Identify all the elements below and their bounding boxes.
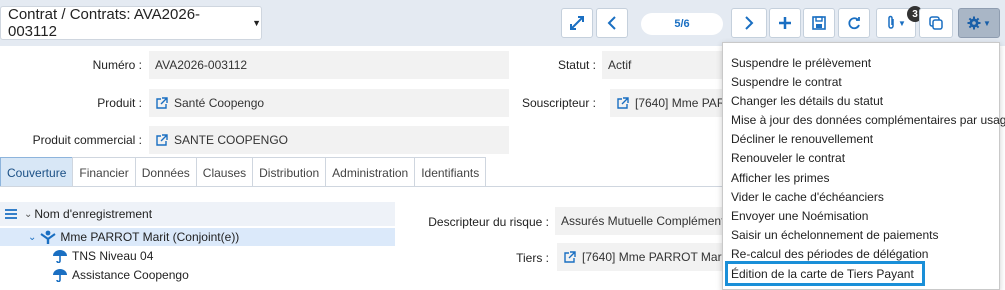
actions-menu: Suspendre le prélèvement Suspendre le co… bbox=[722, 42, 1005, 290]
statut-label: Statut : bbox=[557, 58, 596, 72]
produit-field[interactable]: Santé Coopengo bbox=[149, 89, 509, 117]
souscripteur-label: Souscripteur : bbox=[521, 96, 596, 110]
gear-icon bbox=[967, 16, 981, 30]
tree-row-label: Mme PARROT Marit (Conjoint(e)) bbox=[60, 230, 240, 244]
tab-distribution[interactable]: Distribution bbox=[252, 157, 327, 187]
record-title-dropdown[interactable]: Contrat / Contrats: AVA2026-003112 ▼ bbox=[0, 6, 262, 40]
next-record-button[interactable] bbox=[731, 8, 767, 38]
produit-value: Santé Coopengo bbox=[174, 96, 265, 110]
menu-item-noemisation[interactable]: Envoyer une Noémisation bbox=[731, 206, 868, 225]
tab-clauses[interactable]: Clauses bbox=[195, 157, 254, 187]
tab-administration[interactable]: Administration bbox=[325, 157, 416, 187]
caret-down-icon: ▼ bbox=[252, 18, 261, 28]
save-button[interactable] bbox=[803, 8, 835, 38]
produit-label: Produit : bbox=[97, 96, 142, 110]
tree-header-label: Nom d'enregistrement bbox=[34, 207, 153, 221]
chevron-right-icon bbox=[743, 16, 755, 30]
refresh-icon bbox=[847, 16, 861, 30]
plus-icon bbox=[778, 16, 792, 30]
menu-item-suspendre-contrat[interactable]: Suspendre le contrat bbox=[731, 72, 842, 91]
numero-field[interactable]: AVA2026-003112 bbox=[149, 51, 509, 79]
external-link-icon[interactable] bbox=[616, 96, 629, 110]
souscripteur-field[interactable]: [7640] Mme PARROT Marit bbox=[610, 89, 727, 117]
descripteur-label: Descripteur du risque : bbox=[428, 215, 549, 229]
expand-arrows-icon bbox=[569, 15, 585, 31]
actions-menu-button[interactable]: ▼ bbox=[958, 8, 1000, 38]
tree-row-label: Assistance Coopengo bbox=[72, 268, 189, 282]
record-pager: 5/6 bbox=[641, 13, 723, 35]
menu-item-carte-tiers-payant[interactable]: Édition de la carte de Tiers Payant bbox=[725, 261, 925, 286]
descripteur-value: Assurés Mutuelle Complémentaire bbox=[561, 214, 727, 228]
menu-item-changer-statut[interactable]: Changer les détails du statut bbox=[731, 91, 883, 110]
menu-item-echelonnement[interactable]: Saisir un échelonnement de paiements bbox=[731, 225, 938, 244]
record-title: Contrat / Contrats: AVA2026-003112 bbox=[8, 6, 201, 40]
caret-down-icon: ▼ bbox=[898, 18, 906, 28]
external-link-icon[interactable] bbox=[155, 133, 168, 147]
copy-icon bbox=[929, 16, 943, 30]
produit-commercial-field[interactable]: SANTE COOPENGO bbox=[149, 126, 509, 154]
tree-row[interactable]: TNS Niveau 04 bbox=[52, 247, 392, 265]
tiers-field[interactable]: [7640] Mme PARROT Marit bbox=[557, 243, 727, 271]
tiers-value: [7640] Mme PARROT Marit bbox=[582, 250, 727, 264]
tab-identifiants[interactable]: Identifiants bbox=[414, 157, 487, 187]
chevron-down-icon[interactable]: ⌄ bbox=[28, 232, 36, 243]
duplicate-button[interactable] bbox=[919, 8, 953, 38]
tab-financier[interactable]: Financier bbox=[72, 157, 136, 187]
statut-field[interactable]: Actif bbox=[602, 51, 727, 79]
tab-donnees[interactable]: Données bbox=[134, 157, 197, 187]
previous-record-button[interactable] bbox=[596, 8, 628, 38]
numero-label: Numéro : bbox=[92, 58, 142, 72]
menu-item-mise-a-jour-donnees[interactable]: Mise à jour des données complémentaires … bbox=[731, 110, 1005, 129]
descripteur-field[interactable]: Assurés Mutuelle Complémentaire bbox=[555, 207, 727, 235]
paperclip-icon bbox=[886, 15, 896, 31]
numero-value: AVA2026-003112 bbox=[155, 58, 248, 72]
tree-row[interactable]: Assistance Coopengo bbox=[52, 266, 392, 284]
family-tree-icon bbox=[40, 230, 56, 244]
menu-item-suspendre-prelevement[interactable]: Suspendre le prélèvement bbox=[731, 53, 871, 72]
tab-couverture[interactable]: Couverture bbox=[0, 157, 74, 187]
external-link-icon[interactable] bbox=[563, 250, 576, 264]
menu-item-renouveler-contrat[interactable]: Renouveler le contrat bbox=[731, 148, 845, 167]
statut-value: Actif bbox=[608, 58, 632, 72]
external-link-icon[interactable] bbox=[155, 96, 168, 110]
reload-button[interactable] bbox=[838, 8, 870, 38]
umbrella-icon bbox=[52, 249, 68, 263]
new-record-button[interactable] bbox=[769, 8, 801, 38]
tree-row[interactable]: ⌄ Mme PARROT Marit (Conjoint(e)) bbox=[0, 228, 395, 246]
chevron-left-icon bbox=[606, 16, 618, 30]
expand-all-icon[interactable]: ⌄ bbox=[24, 209, 32, 220]
souscripteur-value: [7640] Mme PARROT Marit bbox=[635, 96, 727, 110]
tiers-label: Tiers : bbox=[516, 251, 549, 265]
menu-item-decliner-renouvellement[interactable]: Décliner le renouvellement bbox=[731, 129, 873, 148]
tree-row-label: TNS Niveau 04 bbox=[72, 249, 154, 263]
menu-item-vider-cache[interactable]: Vider le cache d'échéanciers bbox=[731, 187, 884, 206]
switch-view-button[interactable] bbox=[561, 8, 593, 38]
produit-commercial-value: SANTE COOPENGO bbox=[174, 133, 289, 147]
umbrella-icon bbox=[52, 268, 68, 282]
list-menu-icon[interactable] bbox=[4, 208, 18, 220]
menu-item-afficher-primes[interactable]: Afficher les primes bbox=[731, 168, 829, 187]
caret-down-icon: ▼ bbox=[983, 18, 991, 28]
floppy-disk-icon bbox=[812, 16, 826, 30]
menu-item-recalcul-delegation[interactable]: Re-calcul des périodes de délégation bbox=[731, 244, 928, 263]
tab-bar: Couverture Financier Données Clauses Dis… bbox=[0, 157, 487, 187]
produit-commercial-label: Produit commercial : bbox=[32, 133, 142, 147]
tab-divider bbox=[0, 186, 722, 187]
tree-header[interactable]: ⌄ Nom d'enregistrement bbox=[0, 202, 395, 226]
